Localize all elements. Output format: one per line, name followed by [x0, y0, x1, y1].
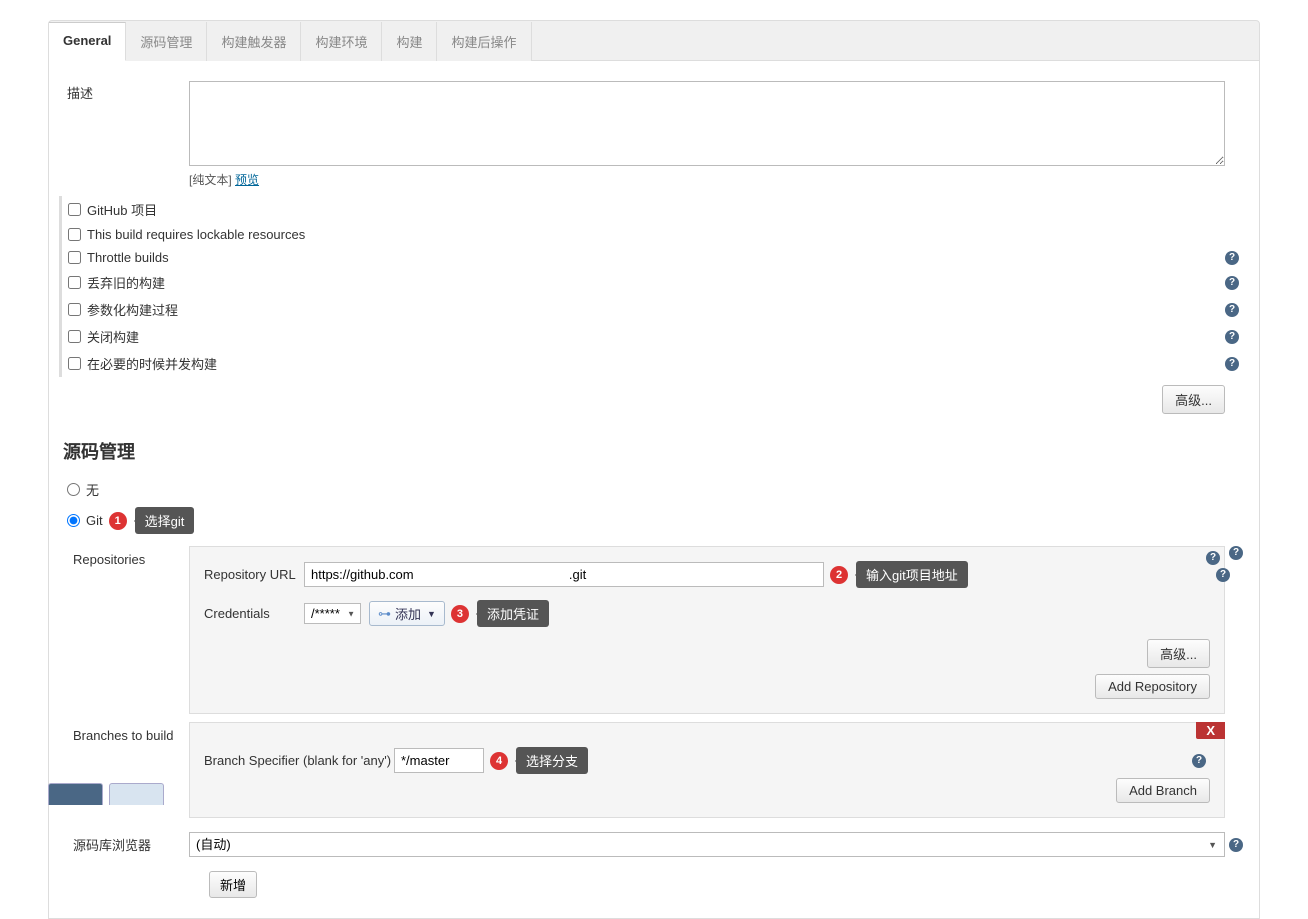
remove-branch-button[interactable]: X — [1196, 722, 1225, 739]
label-lockable: This build requires lockable resources — [87, 227, 305, 242]
checkbox-disable-build[interactable] — [68, 330, 81, 343]
advanced-button[interactable]: 高级... — [1162, 385, 1225, 414]
help-icon[interactable]: ? — [1229, 546, 1243, 560]
annotation-tip-2: 输入git项目地址 — [856, 561, 968, 588]
repository-url-label: Repository URL — [204, 567, 304, 582]
label-scm-git: Git — [86, 513, 103, 528]
credentials-select[interactable]: /***** — [304, 603, 361, 624]
label-scm-none: 无 — [86, 480, 99, 499]
help-icon[interactable]: ? — [1225, 330, 1239, 344]
tab-source[interactable]: 源码管理 — [126, 22, 207, 61]
label-parameterized: 参数化构建过程 — [87, 300, 178, 319]
footer-tabs — [48, 783, 164, 805]
config-tabs: General 源码管理 构建触发器 构建环境 构建 构建后操作 — [48, 20, 1260, 61]
help-icon[interactable]: ? — [1216, 568, 1230, 582]
help-icon[interactable]: ? — [1225, 357, 1239, 371]
help-icon[interactable]: ? — [1192, 754, 1206, 768]
branch-specifier-input[interactable] — [394, 748, 484, 773]
label-github-project: GitHub 项目 — [87, 200, 157, 219]
add-branch-button[interactable]: Add Branch — [1116, 778, 1210, 803]
label-discard-old: 丢弃旧的构建 — [87, 273, 165, 292]
tab-post[interactable]: 构建后操作 — [437, 22, 531, 61]
chevron-down-icon: ▼ — [427, 609, 436, 619]
repo-browser-label: 源码库浏览器 — [59, 835, 189, 854]
repositories-panel: ? Repository URL 2 输入git项目地址 ? Credentia… — [189, 546, 1225, 714]
checkbox-parameterized[interactable] — [68, 303, 81, 316]
annotation-badge-4: 4 — [490, 752, 508, 770]
tab-triggers[interactable]: 构建触发器 — [207, 22, 301, 61]
annotation-badge-1: 1 — [109, 512, 127, 530]
new-button[interactable]: 新增 — [209, 871, 257, 898]
annotation-badge-3: 3 — [451, 605, 469, 623]
tab-build[interactable]: 构建 — [382, 22, 437, 61]
description-label: 描述 — [59, 81, 189, 102]
help-icon[interactable]: ? — [1225, 303, 1239, 317]
checkbox-lockable[interactable] — [68, 228, 81, 241]
annotation-tip-1: 选择git — [135, 507, 195, 534]
tab-general[interactable]: General — [49, 22, 126, 61]
tab-env[interactable]: 构建环境 — [301, 22, 382, 61]
key-icon: ⊶ — [378, 606, 391, 622]
label-disable-build: 关闭构建 — [87, 327, 139, 346]
checkbox-discard-old[interactable] — [68, 276, 81, 289]
repo-advanced-button[interactable]: 高级... — [1147, 639, 1210, 668]
footer-tab-2[interactable] — [109, 783, 164, 805]
annotation-tip-4: 选择分支 — [516, 747, 588, 774]
preview-link[interactable]: 预览 — [235, 173, 259, 187]
branches-panel: X Branch Specifier (blank for 'any') 4 选… — [189, 722, 1225, 818]
annotation-tip-3: 添加凭证 — [477, 600, 549, 627]
label-concurrent: 在必要的时候并发构建 — [87, 354, 217, 373]
branch-specifier-label: Branch Specifier (blank for 'any') — [204, 753, 394, 768]
scm-section-title: 源码管理 — [63, 438, 1249, 464]
repositories-label: Repositories — [59, 546, 189, 714]
label-throttle: Throttle builds — [87, 250, 169, 265]
general-section: 描述 [纯文本] 预览 GitHub 项目 This build require… — [48, 61, 1260, 919]
help-icon[interactable]: ? — [1225, 251, 1239, 265]
help-icon[interactable]: ? — [1229, 838, 1243, 852]
checkbox-github-project[interactable] — [68, 203, 81, 216]
repo-browser-select[interactable]: (自动) — [189, 832, 1225, 857]
radio-scm-none[interactable] — [67, 483, 80, 496]
checkbox-throttle[interactable] — [68, 251, 81, 264]
repository-url-input[interactable] — [304, 562, 824, 587]
add-credential-button[interactable]: ⊶ 添加 ▼ — [369, 601, 445, 626]
credentials-label: Credentials — [204, 606, 304, 621]
annotation-badge-2: 2 — [830, 566, 848, 584]
description-textarea[interactable] — [189, 81, 1225, 166]
add-repository-button[interactable]: Add Repository — [1095, 674, 1210, 699]
description-hint: [纯文本] 预览 — [189, 171, 1225, 188]
help-icon[interactable]: ? — [1225, 276, 1239, 290]
footer-tab-1[interactable] — [48, 783, 103, 805]
radio-scm-git[interactable] — [67, 514, 80, 527]
checkbox-concurrent[interactable] — [68, 357, 81, 370]
